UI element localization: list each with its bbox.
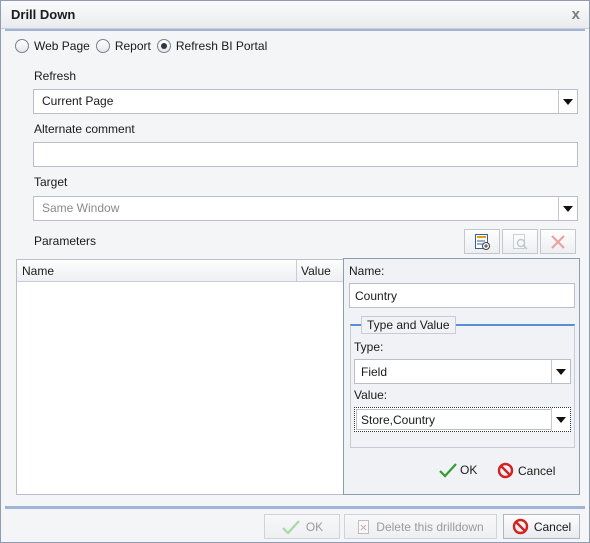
radio-report-label: Report (114, 39, 151, 53)
ok-label: OK (305, 519, 324, 534)
parameters-label: Parameters (34, 234, 97, 248)
type-and-value-group: Type and Value Type: Field Value: Store,… (350, 316, 575, 448)
radio-report-indicator[interactable] (95, 39, 110, 53)
cancel-label: Cancel (533, 519, 572, 534)
close-icon[interactable]: x (572, 6, 580, 23)
target-label: Target (34, 175, 68, 189)
alt-comment-input[interactable] (33, 142, 578, 167)
title-bar: Drill Down x (1, 1, 589, 29)
check-icon (439, 463, 457, 478)
column-header-value[interactable]: Value (297, 260, 343, 282)
param-ok-button[interactable]: OK (438, 462, 477, 478)
param-type-value: Field (361, 365, 388, 379)
chevron-down-icon[interactable] (558, 90, 577, 113)
type-and-value-title: Type and Value (361, 316, 456, 334)
drill-down-dialog: Drill Down x Web Page Report Refresh BI … (0, 0, 590, 543)
link-type-radio-group: Web Page Report Refresh BI Portal (15, 39, 273, 53)
edit-parameter-icon (513, 233, 528, 250)
title-divider (5, 29, 585, 31)
dialog-title: Drill Down (11, 7, 76, 22)
param-name-input[interactable]: Country (349, 283, 575, 308)
edit-parameter-button[interactable] (502, 229, 538, 254)
param-ok-label: OK (460, 463, 478, 477)
add-parameter-icon (475, 233, 490, 250)
radio-refresh-bi-portal[interactable]: Refresh BI Portal (156, 39, 268, 53)
chevron-down-icon[interactable] (558, 197, 577, 220)
target-select[interactable]: Same Window (33, 196, 578, 221)
refresh-select[interactable]: Current Page (33, 89, 578, 114)
param-value-select[interactable]: Store,Country (354, 407, 571, 432)
cancel-button[interactable]: Cancel (503, 514, 580, 539)
param-value-value: Store,Country (361, 413, 436, 427)
delete-drilldown-button[interactable]: Delete this drilldown (344, 514, 497, 539)
param-value-label: Value: (354, 388, 388, 402)
parameter-editor-panel: Name: Country Type and Value Type: Field… (343, 258, 580, 495)
column-header-name[interactable]: Name (17, 260, 297, 282)
radio-refresh-bi-portal-indicator[interactable] (156, 39, 171, 53)
add-parameter-button[interactable] (464, 229, 500, 254)
cancel-icon (497, 462, 514, 479)
chevron-down-icon[interactable] (551, 408, 570, 431)
radio-web-page-label: Web Page (34, 39, 90, 53)
footer-divider (5, 506, 585, 509)
ok-button[interactable]: OK (264, 514, 340, 539)
alt-comment-label: Alternate comment (34, 122, 135, 136)
delete-drilldown-label: Delete this drilldown (376, 519, 484, 534)
param-type-select[interactable]: Field (354, 359, 571, 384)
radio-report[interactable]: Report (95, 39, 151, 53)
check-icon (282, 519, 300, 535)
param-name-label: Name: (349, 264, 385, 278)
delete-document-icon (358, 519, 370, 534)
chevron-down-icon[interactable] (551, 360, 570, 383)
param-cancel-label: Cancel (518, 463, 556, 478)
target-select-value: Same Window (42, 201, 120, 215)
delete-parameter-button[interactable] (540, 229, 576, 254)
radio-web-page-indicator[interactable] (15, 39, 29, 53)
delete-parameter-icon (551, 234, 565, 249)
radio-web-page[interactable]: Web Page (15, 39, 90, 53)
radio-refresh-bi-portal-label: Refresh BI Portal (175, 39, 268, 53)
param-type-label: Type: (354, 340, 384, 354)
refresh-label: Refresh (34, 69, 77, 83)
parameters-table-header: Name Value (17, 260, 343, 282)
parameters-table[interactable]: Name Value (16, 259, 344, 495)
cancel-icon (512, 518, 529, 535)
refresh-select-value: Current Page (42, 94, 114, 108)
param-cancel-button[interactable]: Cancel (497, 462, 555, 479)
